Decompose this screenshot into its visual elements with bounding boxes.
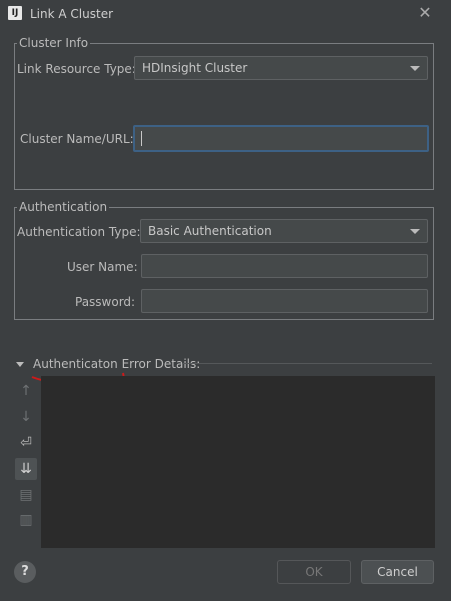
cluster-info-legend: Cluster Info <box>19 36 89 50</box>
soft-wrap-icon[interactable]: ⏎ <box>15 432 37 454</box>
user-name-label: User Name: <box>67 260 138 274</box>
cancel-button[interactable]: Cancel <box>361 560 434 584</box>
cluster-name-input[interactable] <box>133 125 429 152</box>
text-caret <box>141 131 142 146</box>
chevron-down-icon <box>410 66 420 71</box>
title-bar: IJ Link A Cluster ✕ <box>0 0 451 28</box>
chevron-down-icon <box>410 229 420 234</box>
ok-button[interactable]: OK <box>277 560 351 584</box>
password-input[interactable] <box>141 289 428 313</box>
scroll-to-end-icon[interactable]: ⇊ <box>15 458 37 480</box>
help-button[interactable]: ? <box>14 561 36 583</box>
authentication-legend: Authentication <box>19 200 108 214</box>
password-label: Password: <box>75 295 136 309</box>
link-resource-type-dropdown[interactable]: HDInsight Cluster <box>134 56 428 80</box>
intellij-app-icon: IJ <box>8 6 22 20</box>
collapse-toggle-icon[interactable] <box>16 362 24 367</box>
link-resource-type-label: Link Resource Type: <box>17 62 136 76</box>
section-separator <box>182 363 432 364</box>
cluster-name-label: Cluster Name/URL: <box>20 132 134 146</box>
link-resource-type-value: HDInsight Cluster <box>142 61 248 75</box>
arrow-down-icon[interactable]: ↓ <box>15 406 37 428</box>
arrow-up-icon[interactable]: ↑ <box>15 380 37 402</box>
error-details-title[interactable]: Authenticaton Error Details: <box>33 357 200 371</box>
print-icon[interactable]: ▤ <box>15 484 37 506</box>
close-icon[interactable]: ✕ <box>416 4 434 22</box>
authentication-type-value: Basic Authentication <box>148 224 272 238</box>
window-title: Link A Cluster <box>30 7 114 21</box>
error-details-console[interactable] <box>41 376 435 548</box>
authentication-type-label: Authentication Type: <box>17 225 141 239</box>
user-name-input[interactable] <box>141 254 428 278</box>
authentication-type-dropdown[interactable]: Basic Authentication <box>140 219 428 243</box>
trash-icon[interactable]: ▥ <box>15 509 37 531</box>
